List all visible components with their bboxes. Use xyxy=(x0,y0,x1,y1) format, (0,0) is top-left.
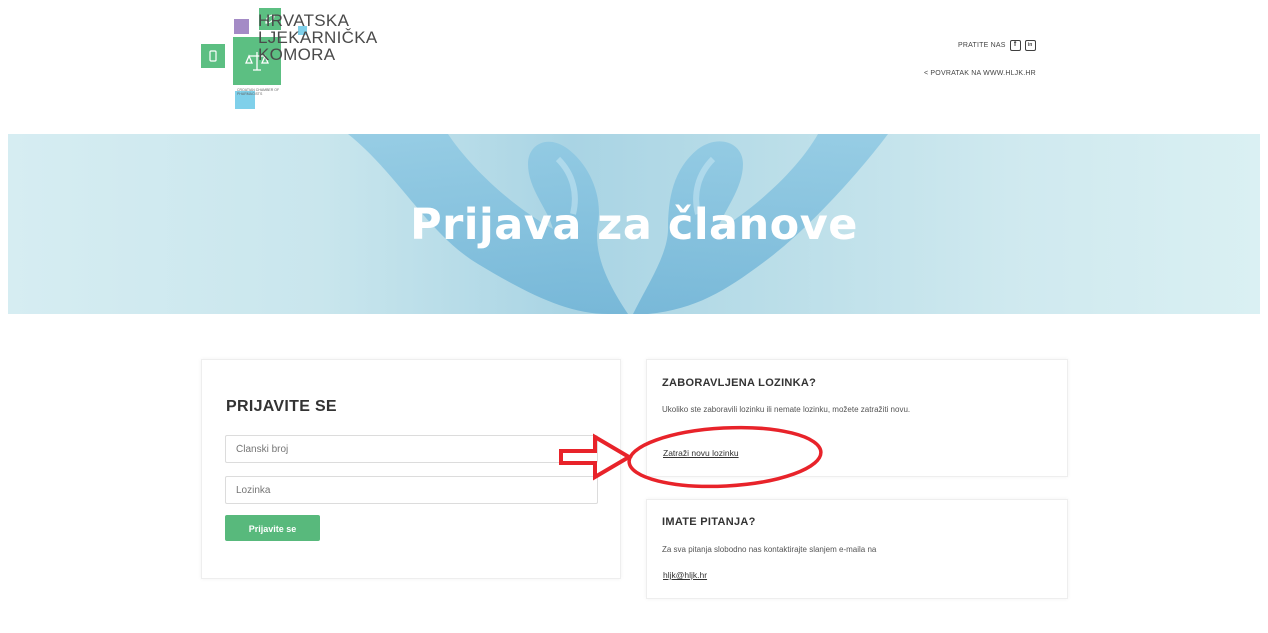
hero-banner: Prijava za članove xyxy=(8,134,1260,314)
forgot-password-text: Ukoliko ste zaboravili lozinku ili nemat… xyxy=(662,405,911,414)
logo-line-1: HRVATSKA xyxy=(258,11,350,30)
login-title: PRIJAVITE SE xyxy=(226,398,337,415)
logo-line-2: LJEKARNIČKA xyxy=(258,28,378,47)
linkedin-icon[interactable]: in xyxy=(1024,40,1036,51)
follow-label: PRATITE NAS xyxy=(958,42,1006,49)
password-input[interactable] xyxy=(225,476,598,504)
logo-square-purple xyxy=(234,19,249,34)
contact-email-link[interactable]: hljk@hljk.hr xyxy=(663,570,707,580)
logo-wordmark: HRVATSKA LJEKARNIČKA KOMORA xyxy=(258,12,378,63)
back-to-site-link[interactable]: < POVRATAK NA WWW.HLJK.HR xyxy=(924,70,1036,77)
logo-line-3: KOMORA xyxy=(258,45,336,64)
questions-title: IMATE PITANJA? xyxy=(662,516,756,528)
login-button[interactable]: Prijavite se xyxy=(225,515,320,541)
member-number-input[interactable] xyxy=(225,435,598,463)
questions-text: Za sva pitanja slobodno nas kontaktirajt… xyxy=(662,545,877,554)
logo-subtitle: CROATIAN CHAMBER OF PHARMACISTS xyxy=(237,88,280,96)
annotation-ellipse xyxy=(627,425,823,489)
follow-us: PRATITE NAS f in xyxy=(958,40,1036,51)
facebook-icon[interactable]: f xyxy=(1009,40,1021,51)
annotation-arrow-icon xyxy=(559,433,633,481)
phone-icon xyxy=(209,50,217,62)
forgot-password-title: ZABORAVLJENA LOZINKA? xyxy=(662,377,817,389)
banner-title: Prijava za članove xyxy=(410,200,858,250)
